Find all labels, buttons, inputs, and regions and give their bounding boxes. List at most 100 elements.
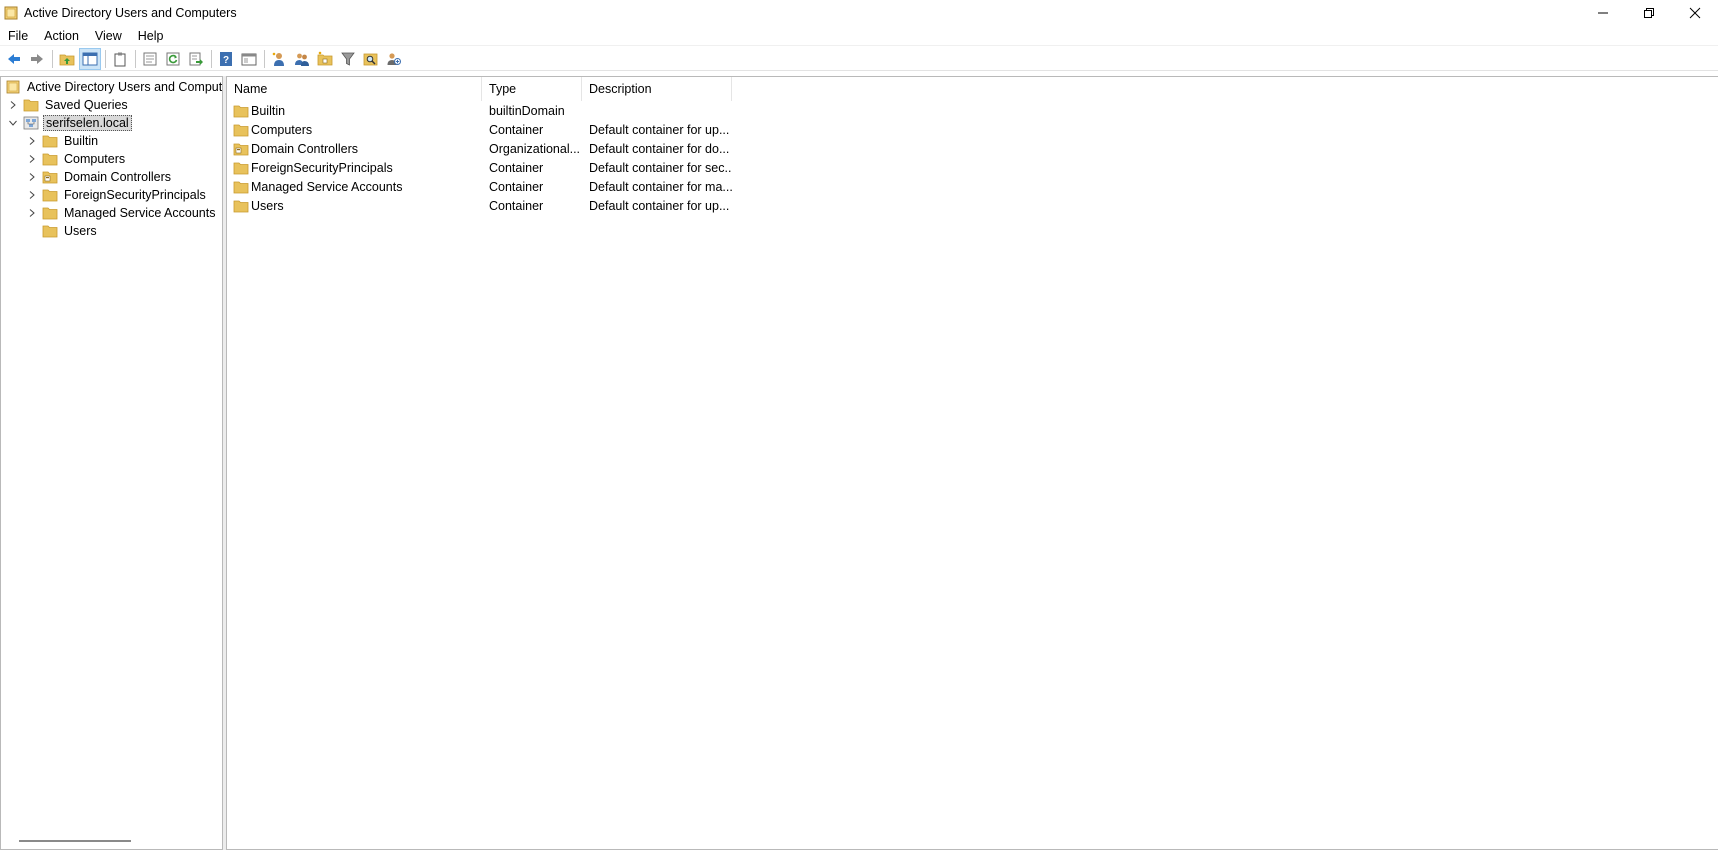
title-bar: Active Directory Users and Computers [0,0,1718,26]
tree-item-domain[interactable]: serifselen.local [7,114,132,132]
close-button[interactable] [1672,0,1718,26]
menu-view[interactable]: View [87,26,130,46]
tree-item-label: Active Directory Users and Computers [27,80,223,94]
tree-item-label: Managed Service Accounts [64,206,216,220]
filter-icon[interactable] [337,48,359,70]
tree-item-label: Computers [64,152,126,166]
toolbar-separator [52,49,53,68]
menu-file[interactable]: File [0,26,36,46]
list-row-users[interactable]: Users Container Default container for up… [227,196,732,215]
chevron-right-icon[interactable] [26,135,38,147]
folder-icon [42,134,58,148]
chevron-right-icon[interactable] [26,189,38,201]
row-description: Default container for ma... [589,179,732,194]
row-type: Container [489,198,544,213]
aduc-snapin-icon [5,80,21,94]
tree-item-saved-queries[interactable]: Saved Queries [7,96,130,114]
chevron-right-icon[interactable] [26,153,38,165]
folder-icon [23,98,39,112]
tree-item-users[interactable]: Users [26,222,99,240]
clipboard-icon[interactable] [109,48,131,70]
row-type: Container [489,160,544,175]
row-description: Default container for up... [589,198,730,213]
chevron-right-icon[interactable] [26,171,38,183]
folder-icon [233,199,249,213]
ou-folder-icon [233,142,249,156]
folder-icon [233,180,249,194]
properties-icon[interactable] [139,48,161,70]
row-description: Default container for up... [589,122,730,137]
list-row-computers[interactable]: Computers Container Default container fo… [227,120,732,139]
toolbar-separator [264,49,265,68]
domain-icon [23,116,39,130]
menu-bar: File Action View Help [0,26,1718,46]
toolbar-separator [211,49,212,68]
export-list-icon[interactable] [185,48,207,70]
row-type: builtinDomain [489,103,565,118]
folder-icon [42,206,58,220]
chevron-right-icon[interactable] [26,207,38,219]
tree-item-managed-service-accounts[interactable]: Managed Service Accounts [26,204,217,222]
tree-item-label: ForeignSecurityPrincipals [64,188,206,202]
toolbar-separator [105,49,106,68]
tree-item-foreign-security-principals[interactable]: ForeignSecurityPrincipals [26,186,208,204]
mmc-view-icon[interactable] [238,48,260,70]
row-name: ForeignSecurityPrincipals [251,160,393,175]
tree-item-root[interactable]: Active Directory Users and Computers [5,78,223,96]
horizontal-scrollbar[interactable] [19,840,131,842]
folder-icon [233,123,249,137]
ou-folder-icon [42,170,58,184]
row-type: Container [489,122,544,137]
column-header-name[interactable]: Name [227,77,482,101]
new-group-icon[interactable] [291,48,313,70]
toolbar-separator [135,49,136,68]
row-description: Default container for sec... [589,160,732,175]
list-row-domain-controllers[interactable]: Domain Controllers Organizational... Def… [227,139,732,158]
tree-item-builtin[interactable]: Builtin [26,132,100,150]
column-header-description[interactable]: Description [582,77,732,101]
tree-item-label: Domain Controllers [64,170,171,184]
add-to-group-icon[interactable] [383,48,405,70]
tree-item-computers[interactable]: Computers [26,150,127,168]
restore-button[interactable] [1626,0,1672,26]
console-tree[interactable]: Active Directory Users and Computers Sav… [0,76,223,850]
back-icon[interactable] [3,48,25,70]
folder-icon [42,224,58,238]
list-row-foreign-security-principals[interactable]: ForeignSecurityPrincipals Container Defa… [227,158,732,177]
tree-item-label-selected: serifselen.local [43,115,132,131]
forward-icon[interactable] [26,48,48,70]
chevron-right-icon[interactable] [7,99,19,111]
refresh-icon[interactable] [162,48,184,70]
tree-item-label: Builtin [64,134,99,148]
results-list[interactable]: Name Type Description Builtin builtinDom… [226,76,1718,850]
row-name: Users [251,198,284,213]
app-icon [4,6,18,20]
row-name: Domain Controllers [251,141,358,156]
folder-icon [233,104,249,118]
find-icon[interactable] [360,48,382,70]
row-type: Container [489,179,544,194]
tree-item-domain-controllers[interactable]: Domain Controllers [26,168,173,186]
row-type: Organizational... [489,141,581,156]
show-tree-icon[interactable] [79,47,101,70]
minimize-button[interactable] [1580,0,1626,26]
new-ou-icon[interactable] [314,48,336,70]
list-header: Name Type Description [227,77,732,101]
row-description: Default container for do... [589,141,730,156]
up-folder-icon[interactable] [56,48,78,70]
folder-icon [42,188,58,202]
help-icon[interactable]: ? [215,48,237,70]
tree-item-label: Saved Queries [45,98,128,112]
column-header-type[interactable]: Type [482,77,582,101]
row-name: Managed Service Accounts [251,179,403,194]
menu-action[interactable]: Action [36,26,87,46]
new-user-icon[interactable] [268,48,290,70]
list-row-builtin[interactable]: Builtin builtinDomain [227,101,732,120]
menu-help[interactable]: Help [130,26,172,46]
chevron-down-icon[interactable] [7,117,19,129]
row-name: Computers [251,122,313,137]
toolbar: ? [0,47,1718,71]
tree-item-label: Users [64,224,97,238]
list-row-managed-service-accounts[interactable]: Managed Service Accounts Container Defau… [227,177,732,196]
folder-icon [42,152,58,166]
